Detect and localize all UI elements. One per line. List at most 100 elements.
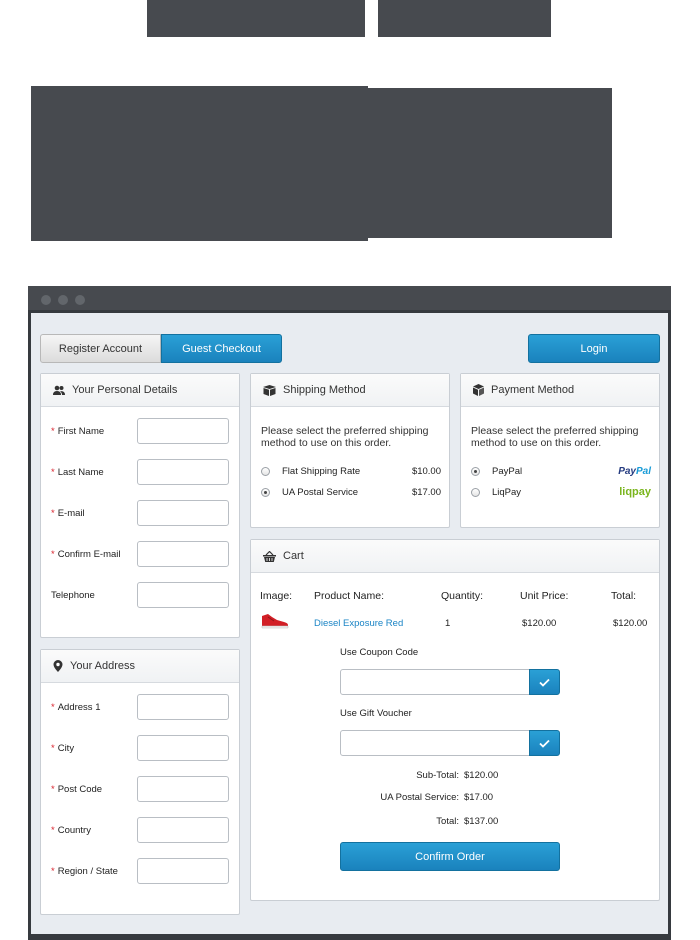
cart-header: Cart bbox=[251, 540, 659, 573]
product-name-link[interactable]: Diesel Exposure Red bbox=[314, 618, 403, 629]
cart-panel: Cart Image: Product Name: Quantity: Unit… bbox=[250, 539, 660, 901]
box-icon bbox=[263, 384, 276, 396]
flat-shipping-price: $10.00 bbox=[411, 465, 441, 477]
column-header-quantity: Quantity: bbox=[441, 590, 484, 602]
register-account-tab[interactable]: Register Account bbox=[40, 334, 161, 363]
coupon-input[interactable] bbox=[340, 669, 530, 695]
country-field[interactable] bbox=[137, 817, 229, 843]
column-header-total: Total: bbox=[611, 590, 637, 602]
basket-icon bbox=[263, 550, 276, 562]
radio-flat-shipping[interactable] bbox=[261, 466, 270, 476]
first-name-label: First Name bbox=[57, 425, 105, 437]
package-icon bbox=[473, 384, 484, 396]
last-name-field[interactable] bbox=[137, 459, 229, 485]
radio-ua-postal[interactable] bbox=[261, 487, 270, 497]
paypal-label: PayPal bbox=[492, 465, 523, 477]
region-field[interactable] bbox=[137, 858, 229, 884]
required-marker: * bbox=[51, 742, 55, 754]
city-field[interactable] bbox=[137, 735, 229, 761]
header-block-right bbox=[378, 0, 551, 37]
payment-method-header: Payment Method bbox=[461, 374, 659, 407]
payment-option-liqpay[interactable]: LiqPay liqpay bbox=[471, 485, 651, 499]
required-marker: * bbox=[51, 865, 55, 877]
last-name-row: * Last Name bbox=[51, 459, 229, 485]
email-label: E-mail bbox=[57, 507, 85, 519]
post-code-field[interactable] bbox=[137, 776, 229, 802]
address-panel: Your Address * Address 1 * City * Post Code… bbox=[40, 649, 240, 915]
required-marker: * bbox=[51, 824, 55, 836]
radio-paypal[interactable] bbox=[471, 466, 480, 476]
last-name-label: Last Name bbox=[57, 466, 104, 478]
required-marker: * bbox=[51, 466, 55, 478]
voucher-label: Use Gift Voucher bbox=[340, 708, 412, 719]
map-marker-icon bbox=[53, 660, 63, 672]
liqpay-logo: liqpay bbox=[619, 486, 651, 498]
email-row: * E-mail bbox=[51, 500, 229, 526]
coupon-label: Use Coupon Code bbox=[340, 647, 419, 658]
product-total: $120.00 bbox=[613, 618, 648, 629]
first-name-field[interactable] bbox=[137, 418, 229, 444]
telephone-field[interactable] bbox=[137, 582, 229, 608]
voucher-input[interactable] bbox=[340, 730, 530, 756]
address1-field[interactable] bbox=[137, 694, 229, 720]
window-maximize-dot[interactable] bbox=[75, 295, 85, 305]
radio-liqpay[interactable] bbox=[471, 487, 480, 497]
column-header-product: Product Name: bbox=[314, 590, 385, 602]
email-field[interactable] bbox=[137, 500, 229, 526]
paypal-logo: PayPal bbox=[618, 465, 651, 477]
required-marker: * bbox=[51, 548, 55, 560]
address1-label: Address 1 bbox=[57, 701, 101, 713]
required-marker: * bbox=[51, 783, 55, 795]
telephone-row: Telephone bbox=[51, 582, 229, 608]
shipping-method-header: Shipping Method bbox=[251, 374, 449, 407]
browser-window: Register Account Guest Checkout Login Yo… bbox=[28, 286, 671, 940]
payment-option-paypal[interactable]: PayPal PayPal bbox=[471, 464, 651, 478]
product-unit-price: $120.00 bbox=[522, 618, 557, 629]
shipping-method-title: Shipping Method bbox=[283, 384, 366, 396]
payment-method-title: Payment Method bbox=[491, 384, 575, 396]
personal-details-panel: Your Personal Details * First Name * Last … bbox=[40, 373, 240, 638]
region-label: Region / State bbox=[57, 865, 118, 877]
shipping-option-flat[interactable]: Flat Shipping Rate $10.00 bbox=[261, 464, 441, 478]
country-label: Country bbox=[57, 824, 91, 836]
window-titlebar bbox=[28, 286, 671, 310]
confirm-email-row: * Confirm E-mail bbox=[51, 541, 229, 567]
banner-block-right bbox=[366, 88, 612, 238]
total-value: $137.00 bbox=[464, 816, 499, 827]
first-name-row: * First Name bbox=[51, 418, 229, 444]
subtotal-label: Sub-Total: bbox=[416, 770, 459, 781]
shipping-cost-value: $17.00 bbox=[464, 792, 494, 803]
personal-details-header: Your Personal Details bbox=[41, 374, 239, 407]
shipping-description: Please select the preferred shipping met… bbox=[261, 425, 429, 449]
post-code-label: Post Code bbox=[57, 783, 103, 795]
ua-postal-price: $17.00 bbox=[411, 486, 441, 498]
subtotal-value: $120.00 bbox=[464, 770, 499, 781]
personal-details-title: Your Personal Details bbox=[72, 384, 178, 396]
flat-shipping-label: Flat Shipping Rate bbox=[282, 465, 361, 477]
shipping-option-ua-postal[interactable]: UA Postal Service $17.00 bbox=[261, 485, 441, 499]
ua-postal-label: UA Postal Service bbox=[282, 486, 359, 498]
address-header: Your Address bbox=[41, 650, 239, 683]
window-close-dot[interactable] bbox=[41, 295, 51, 305]
payment-description: Please select the preferred shipping met… bbox=[471, 425, 639, 449]
required-marker: * bbox=[51, 425, 55, 437]
shipping-cost-label: UA Postal Service: bbox=[380, 792, 459, 803]
guest-checkout-tab[interactable]: Guest Checkout bbox=[161, 334, 282, 363]
confirm-email-label: Confirm E-mail bbox=[57, 548, 121, 560]
shipping-method-panel: Shipping Method Please select the prefer… bbox=[250, 373, 450, 528]
required-marker: * bbox=[51, 507, 55, 519]
region-row: * Region / State bbox=[51, 858, 229, 884]
checkout-page: Register Account Guest Checkout Login Yo… bbox=[31, 313, 668, 934]
product-thumbnail[interactable] bbox=[260, 613, 289, 629]
window-minimize-dot[interactable] bbox=[58, 295, 68, 305]
column-header-image: Image: bbox=[260, 590, 293, 602]
login-button[interactable]: Login bbox=[528, 334, 660, 363]
users-icon bbox=[53, 385, 65, 395]
confirm-order-button[interactable]: Confirm Order bbox=[340, 842, 560, 871]
voucher-apply-button[interactable] bbox=[529, 730, 560, 756]
confirm-email-field[interactable] bbox=[137, 541, 229, 567]
check-icon bbox=[539, 678, 550, 687]
telephone-label: Telephone bbox=[51, 589, 95, 601]
address1-row: * Address 1 bbox=[51, 694, 229, 720]
coupon-apply-button[interactable] bbox=[529, 669, 560, 695]
